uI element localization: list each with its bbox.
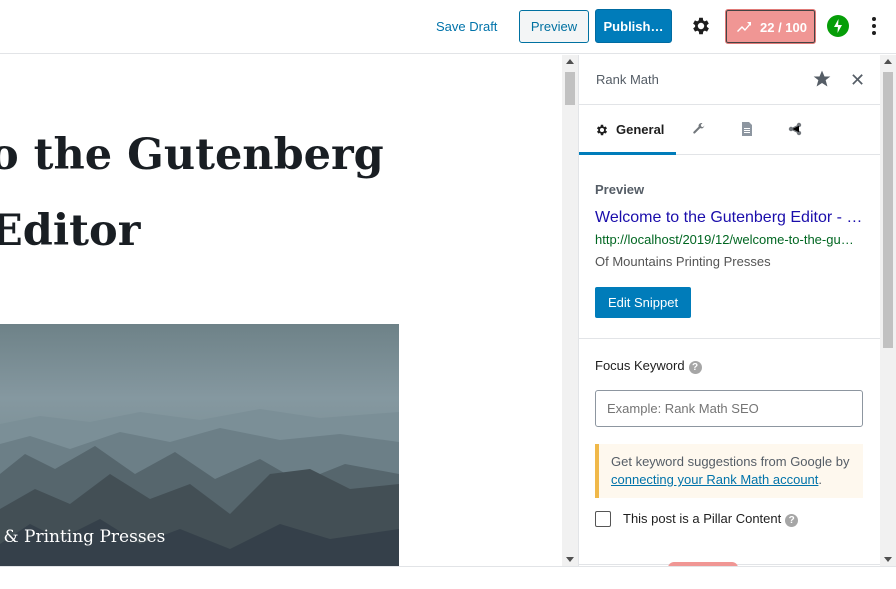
scroll-up-icon[interactable] xyxy=(566,59,574,64)
editor-canvas[interactable]: o the Gutenberg Editor tains & Printing … xyxy=(0,55,562,566)
cover-block[interactable]: tains & Printing Presses xyxy=(0,324,399,566)
sidebar-tabs: General xyxy=(579,105,880,155)
share-icon[interactable] xyxy=(788,122,802,136)
preview-heading: Preview xyxy=(595,182,645,197)
focus-keyword-section: Focus Keyword? Get keyword suggestions f… xyxy=(579,339,880,565)
preview-button[interactable]: Preview xyxy=(519,10,589,43)
divider xyxy=(0,566,896,567)
edit-snippet-button[interactable]: Edit Snippet xyxy=(595,287,692,318)
notice-text: Get keyword suggestions from Google by xyxy=(611,454,850,469)
pillar-content-option[interactable]: This post is a Pillar Content? xyxy=(595,511,864,531)
focus-keyword-label: Focus Keyword? xyxy=(595,358,864,374)
more-vertical-icon[interactable] xyxy=(868,14,880,40)
pillar-content-checkbox[interactable] xyxy=(595,511,611,527)
tab-general-label: General xyxy=(616,122,665,137)
gear-icon xyxy=(596,124,608,136)
keyword-suggestions-notice: Get keyword suggestions from Google by c… xyxy=(595,444,863,498)
post-title[interactable]: o the Gutenberg Editor xyxy=(0,117,550,269)
help-icon[interactable]: ? xyxy=(785,514,799,527)
scroll-thumb[interactable] xyxy=(883,72,893,348)
save-draft-button[interactable]: Save Draft xyxy=(428,14,505,40)
connect-account-link[interactable]: connecting your Rank Math account xyxy=(611,472,818,487)
publish-button[interactable]: Publish… xyxy=(595,9,672,43)
scroll-up-icon[interactable] xyxy=(884,59,892,64)
tab-general[interactable]: General xyxy=(579,105,676,155)
seo-score-value: 22 / 100 xyxy=(760,20,807,35)
sidebar-title: Rank Math xyxy=(596,72,659,87)
sidebar-scrollbar[interactable] xyxy=(880,55,896,566)
gear-icon[interactable] xyxy=(690,15,712,37)
serp-description: Of Mountains Printing Presses xyxy=(595,254,771,269)
cover-caption[interactable]: tains & Printing Presses xyxy=(0,527,165,547)
scroll-down-icon[interactable] xyxy=(884,557,892,562)
wrench-icon[interactable] xyxy=(692,122,706,136)
post-title-line-1: o the Gutenberg xyxy=(0,130,384,180)
help-icon[interactable]: ? xyxy=(688,361,702,374)
sidebar-header: Rank Math ✕ xyxy=(579,55,880,105)
close-icon[interactable]: ✕ xyxy=(850,71,865,89)
editor-scrollbar[interactable] xyxy=(562,55,578,566)
scroll-down-icon[interactable] xyxy=(566,557,574,562)
serp-title[interactable]: Welcome to the Gutenberg Editor - Of Mou… xyxy=(595,209,865,227)
focus-keyword-input[interactable] xyxy=(595,390,863,427)
rank-math-icon xyxy=(737,22,751,32)
jetpack-icon[interactable] xyxy=(827,15,849,37)
editor-toolbar: Save Draft Preview Publish… 22 / 100 xyxy=(0,0,896,54)
focus-keyword-label-text: Focus Keyword xyxy=(595,358,685,373)
pillar-content-label: This post is a Pillar Content xyxy=(623,511,782,526)
notice-end: . xyxy=(818,472,823,487)
seo-score-button[interactable]: 22 / 100 xyxy=(725,9,816,44)
rank-math-sidebar: Rank Math ✕ General Preview Welcome to t… xyxy=(578,55,880,566)
serp-url: http://localhost/2019/12/welcome-to-the-… xyxy=(595,232,857,247)
scroll-thumb[interactable] xyxy=(565,72,575,105)
preview-section: Preview Welcome to the Gutenberg Editor … xyxy=(579,155,880,339)
star-icon[interactable] xyxy=(812,69,832,89)
post-title-line-2: Editor xyxy=(0,206,141,256)
document-icon[interactable] xyxy=(741,122,753,136)
